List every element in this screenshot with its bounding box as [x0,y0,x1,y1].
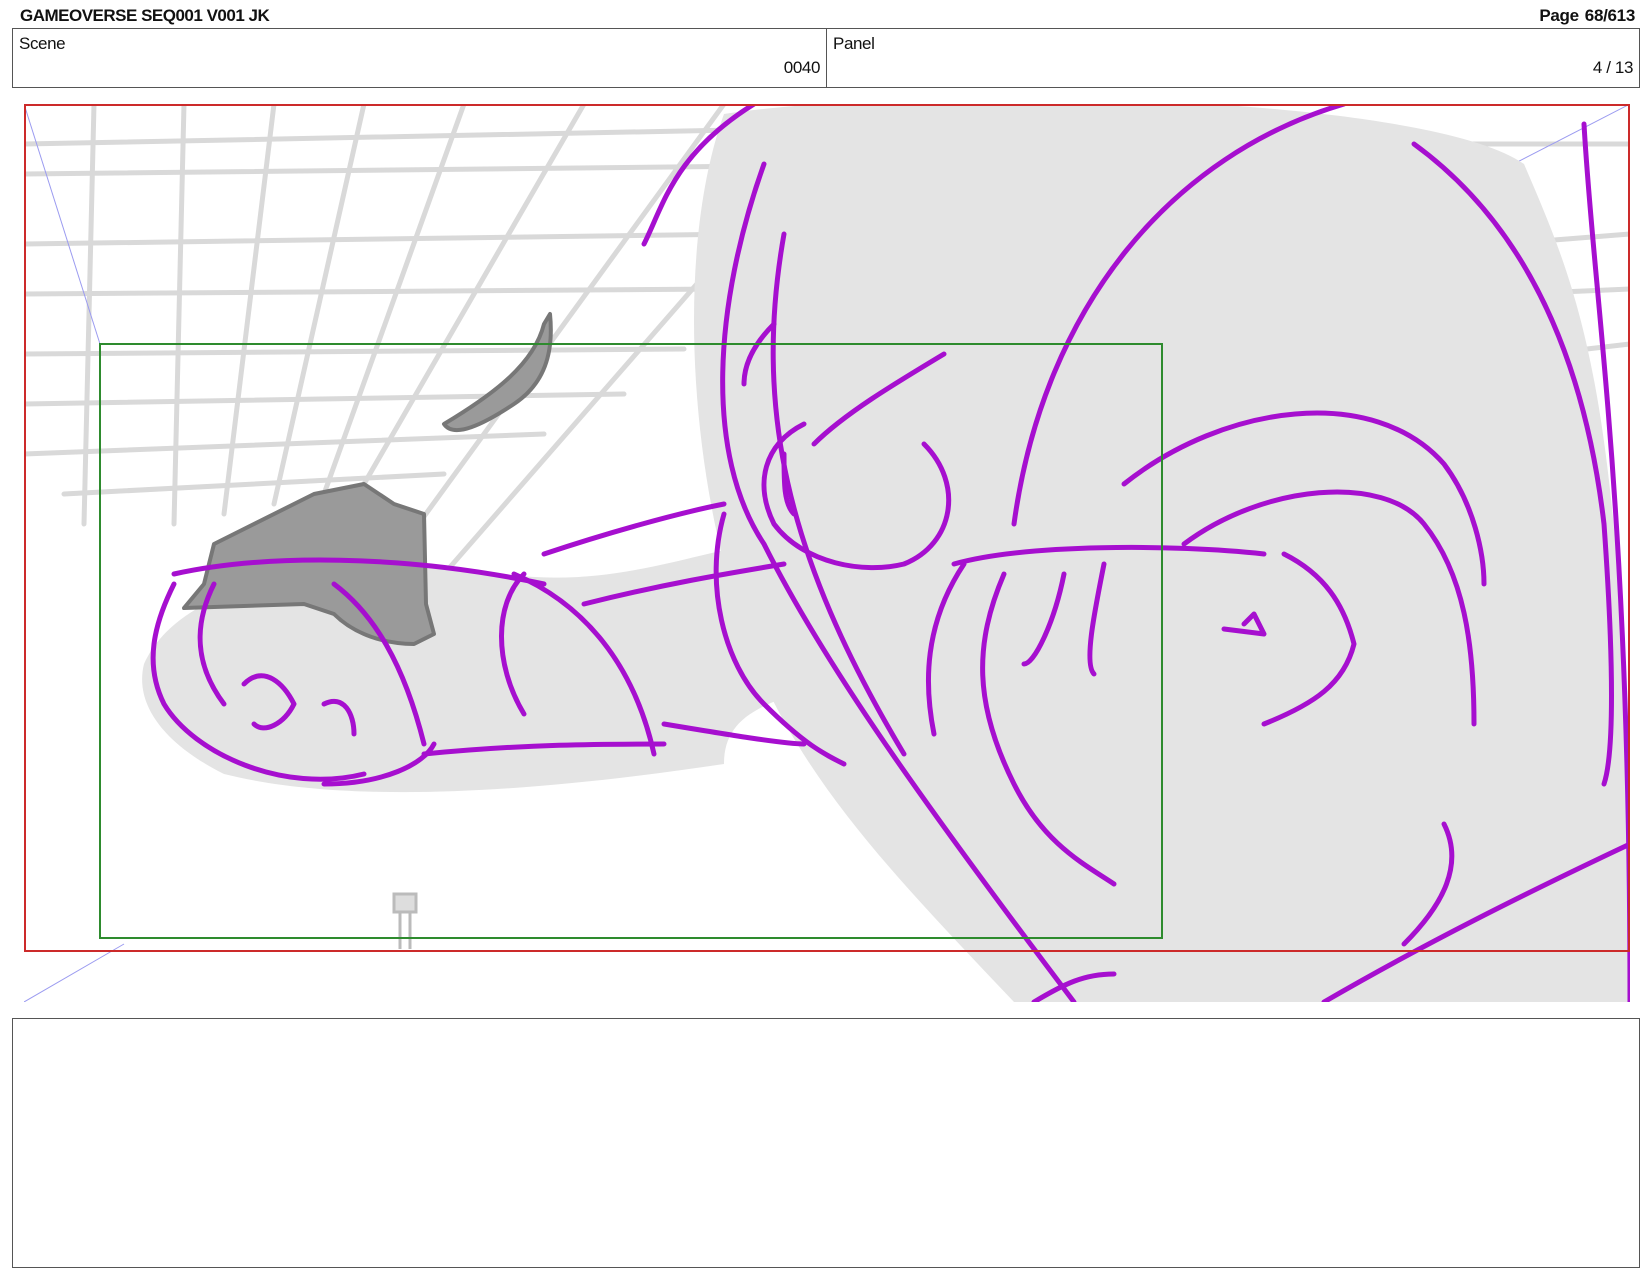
panel-cell: Panel 4 / 13 [827,29,1639,87]
panel-label: Panel [833,34,875,53]
info-bar: Scene 0040 Panel 4 / 13 [12,28,1640,88]
sequence-title: GAMEOVERSE SEQ001 V001 JK [20,6,270,25]
notes-box [12,1018,1640,1268]
scene-cell: Scene 0040 [13,29,827,87]
page-value: 68/613 [1584,6,1636,25]
stand-object [392,892,418,949]
scene-label: Scene [19,34,66,53]
sketch-drawing [24,104,1630,1002]
storyboard-frame [24,104,1630,1002]
page-counter: Page 68/613 [1539,6,1635,26]
scene-value: 0040 [783,58,821,77]
panel-value: 4 / 13 [1592,58,1634,77]
page-label: Page [1539,6,1579,25]
